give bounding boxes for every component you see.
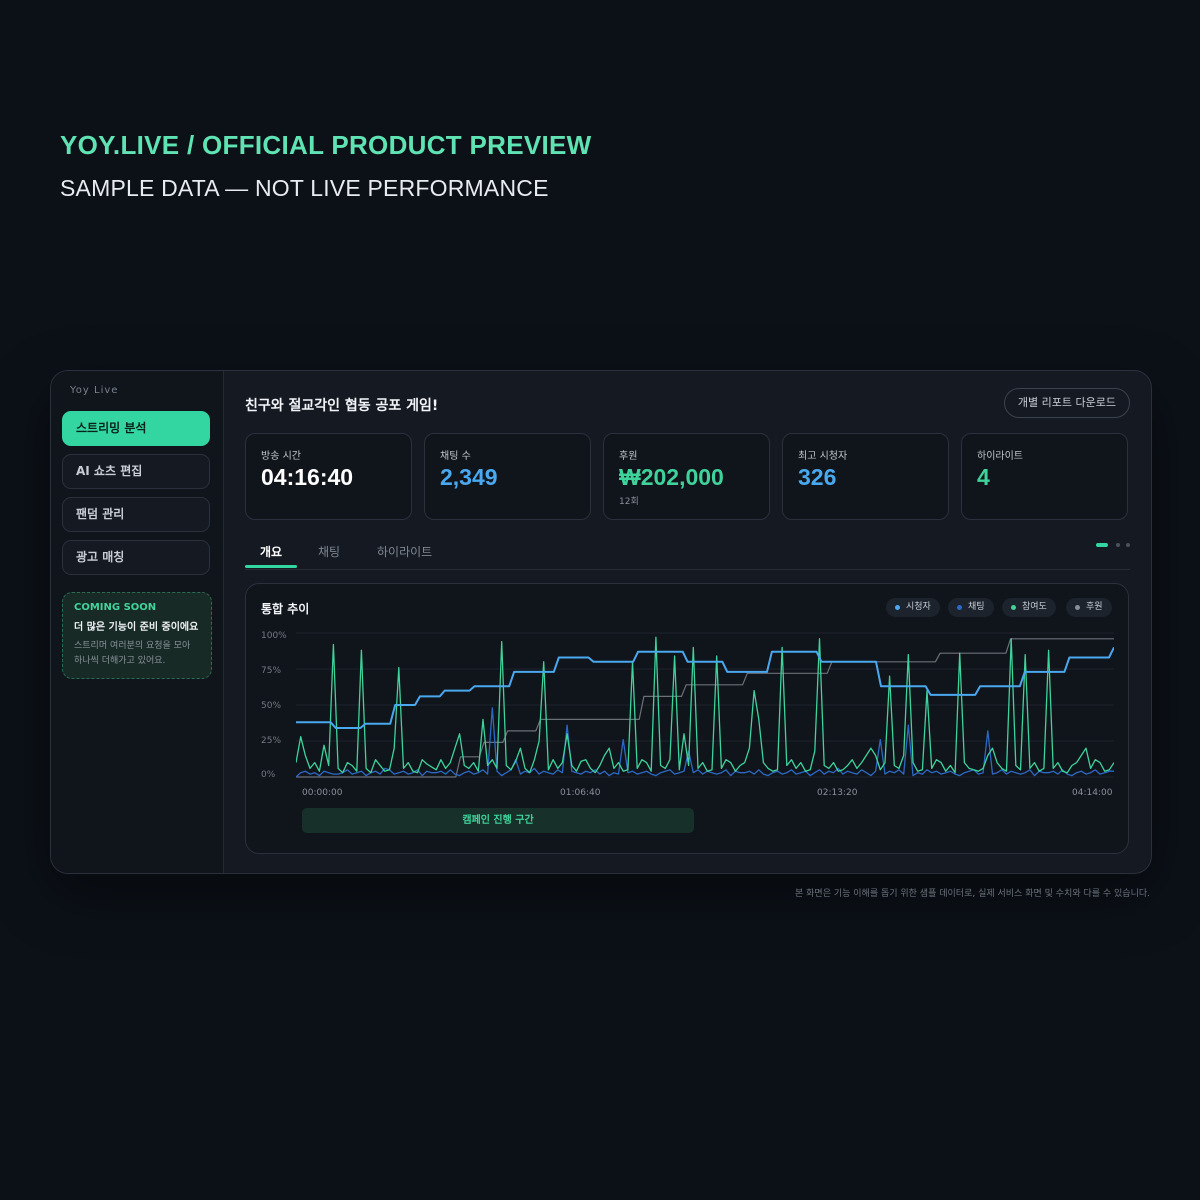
sidebar-item-fandom[interactable]: 팬덤 관리: [62, 497, 210, 532]
coming-soon-card: COMING SOON 더 많은 기능이 준비 중이에요 스트리머 여러분의 요…: [62, 592, 212, 679]
stat-card-highlights: 하이라이트 4: [961, 433, 1128, 520]
x-tick-label: 00:00:00: [302, 788, 343, 798]
legend-chat[interactable]: 채팅: [948, 598, 994, 617]
legend-label: 후원: [1086, 602, 1103, 612]
legend-label: 채팅: [968, 602, 985, 612]
legend-label: 참여도: [1022, 602, 1047, 612]
main-panel: 친구와 절교각인 협동 공포 게임! 개별 리포트 다운로드 방송 시간 04:…: [223, 371, 1151, 873]
x-tick-label: 02:13:20: [817, 788, 858, 798]
chart-title: 통합 추이: [261, 602, 310, 616]
combined-trend-chart: [296, 632, 1114, 778]
donation-series-line: [296, 638, 1114, 778]
sidebar-item-ad-matching[interactable]: 광고 매칭: [62, 540, 210, 575]
legend-donation[interactable]: 후원: [1066, 598, 1112, 617]
stat-card-donation: 후원 ₩202,000 12회: [603, 433, 770, 520]
x-tick-label: 01:06:40: [560, 788, 601, 798]
x-tick-label: 04:14:00: [1072, 788, 1113, 798]
y-tick-label: 100%: [261, 631, 287, 641]
download-report-button[interactable]: 개별 리포트 다운로드: [1003, 388, 1130, 418]
y-tick-label: 75%: [261, 666, 282, 676]
stat-label: 채팅 수: [440, 451, 471, 462]
pagination-dot[interactable]: [1116, 543, 1120, 547]
campaign-period-bar: 캠페인 진행 구간: [302, 808, 694, 833]
stat-value: 4: [977, 464, 990, 490]
stat-label: 후원: [619, 451, 638, 462]
app-window: Yoy Live 스트리밍 분석 AI 쇼츠 편집 팬덤 관리 광고 매칭 CO…: [50, 370, 1152, 874]
y-tick-label: 0%: [261, 770, 276, 780]
stat-label: 하이라이트: [977, 451, 1023, 462]
coming-soon-badge: COMING SOON: [74, 602, 157, 613]
legend-dot: [957, 605, 962, 610]
tab-highlight[interactable]: 하이라이트: [377, 543, 432, 560]
viewers-series-line: [296, 646, 1114, 729]
y-tick-label: 25%: [261, 736, 282, 746]
stat-value: ₩202,000: [619, 464, 724, 490]
legend-engagement[interactable]: 참여도: [1002, 598, 1056, 617]
pagination-dot-active[interactable]: [1096, 543, 1108, 547]
hero-subtitle: SAMPLE DATA — NOT LIVE PERFORMANCE: [60, 175, 549, 201]
hero-title: YOY.LIVE / OFFICIAL PRODUCT PREVIEW: [60, 130, 592, 160]
stat-value: 2,349: [440, 464, 498, 490]
stat-card-peak-viewers: 최고 시청자 326: [782, 433, 949, 520]
pagination-dot[interactable]: [1126, 543, 1130, 547]
tab-chat[interactable]: 채팅: [318, 543, 340, 560]
sidebar-item-ai-shorts[interactable]: AI 쇼츠 편집: [62, 454, 210, 489]
stat-subvalue: 12회: [619, 497, 639, 507]
legend-dot: [1011, 605, 1016, 610]
legend-dot: [895, 605, 900, 610]
stat-label: 최고 시청자: [798, 451, 848, 462]
stat-value: 326: [798, 464, 837, 490]
coming-soon-body: 스트리머 여러분의 요청을 모아 하나씩 더해가고 있어요.: [74, 641, 191, 666]
sidebar-item-streaming-analysis[interactable]: 스트리밍 분석: [62, 411, 210, 446]
stat-card-broadcast-time: 방송 시간 04:16:40: [245, 433, 412, 520]
legend-label: 시청자: [906, 602, 931, 612]
stat-label: 방송 시간: [261, 451, 301, 462]
brand-label: Yoy Live: [70, 385, 119, 396]
coming-soon-title: 더 많은 기능이 준비 중이에요: [74, 622, 199, 633]
stat-value: 04:16:40: [261, 464, 354, 490]
tab-bar: 개요 채팅 하이라이트: [245, 539, 1130, 570]
active-tab-indicator: [245, 565, 297, 568]
y-tick-label: 50%: [261, 701, 282, 711]
disclaimer-footnote: 본 화면은 기능 이해를 돕기 위한 샘플 데이터로, 실제 서비스 화면 및 …: [795, 889, 1150, 899]
legend-viewers[interactable]: 시청자: [886, 598, 940, 617]
sidebar: Yoy Live 스트리밍 분석 AI 쇼츠 편집 팬덤 관리 광고 매칭 CO…: [51, 371, 224, 873]
combined-trend-card: 통합 추이 시청자 채팅 참여도 후원 100% 75% 50% 25% 0% …: [245, 583, 1129, 854]
stat-card-chat-count: 채팅 수 2,349: [424, 433, 591, 520]
report-title: 친구와 절교각인 협동 공포 게임!: [245, 398, 439, 414]
legend-dot: [1075, 605, 1080, 610]
tab-overview[interactable]: 개요: [260, 543, 282, 560]
